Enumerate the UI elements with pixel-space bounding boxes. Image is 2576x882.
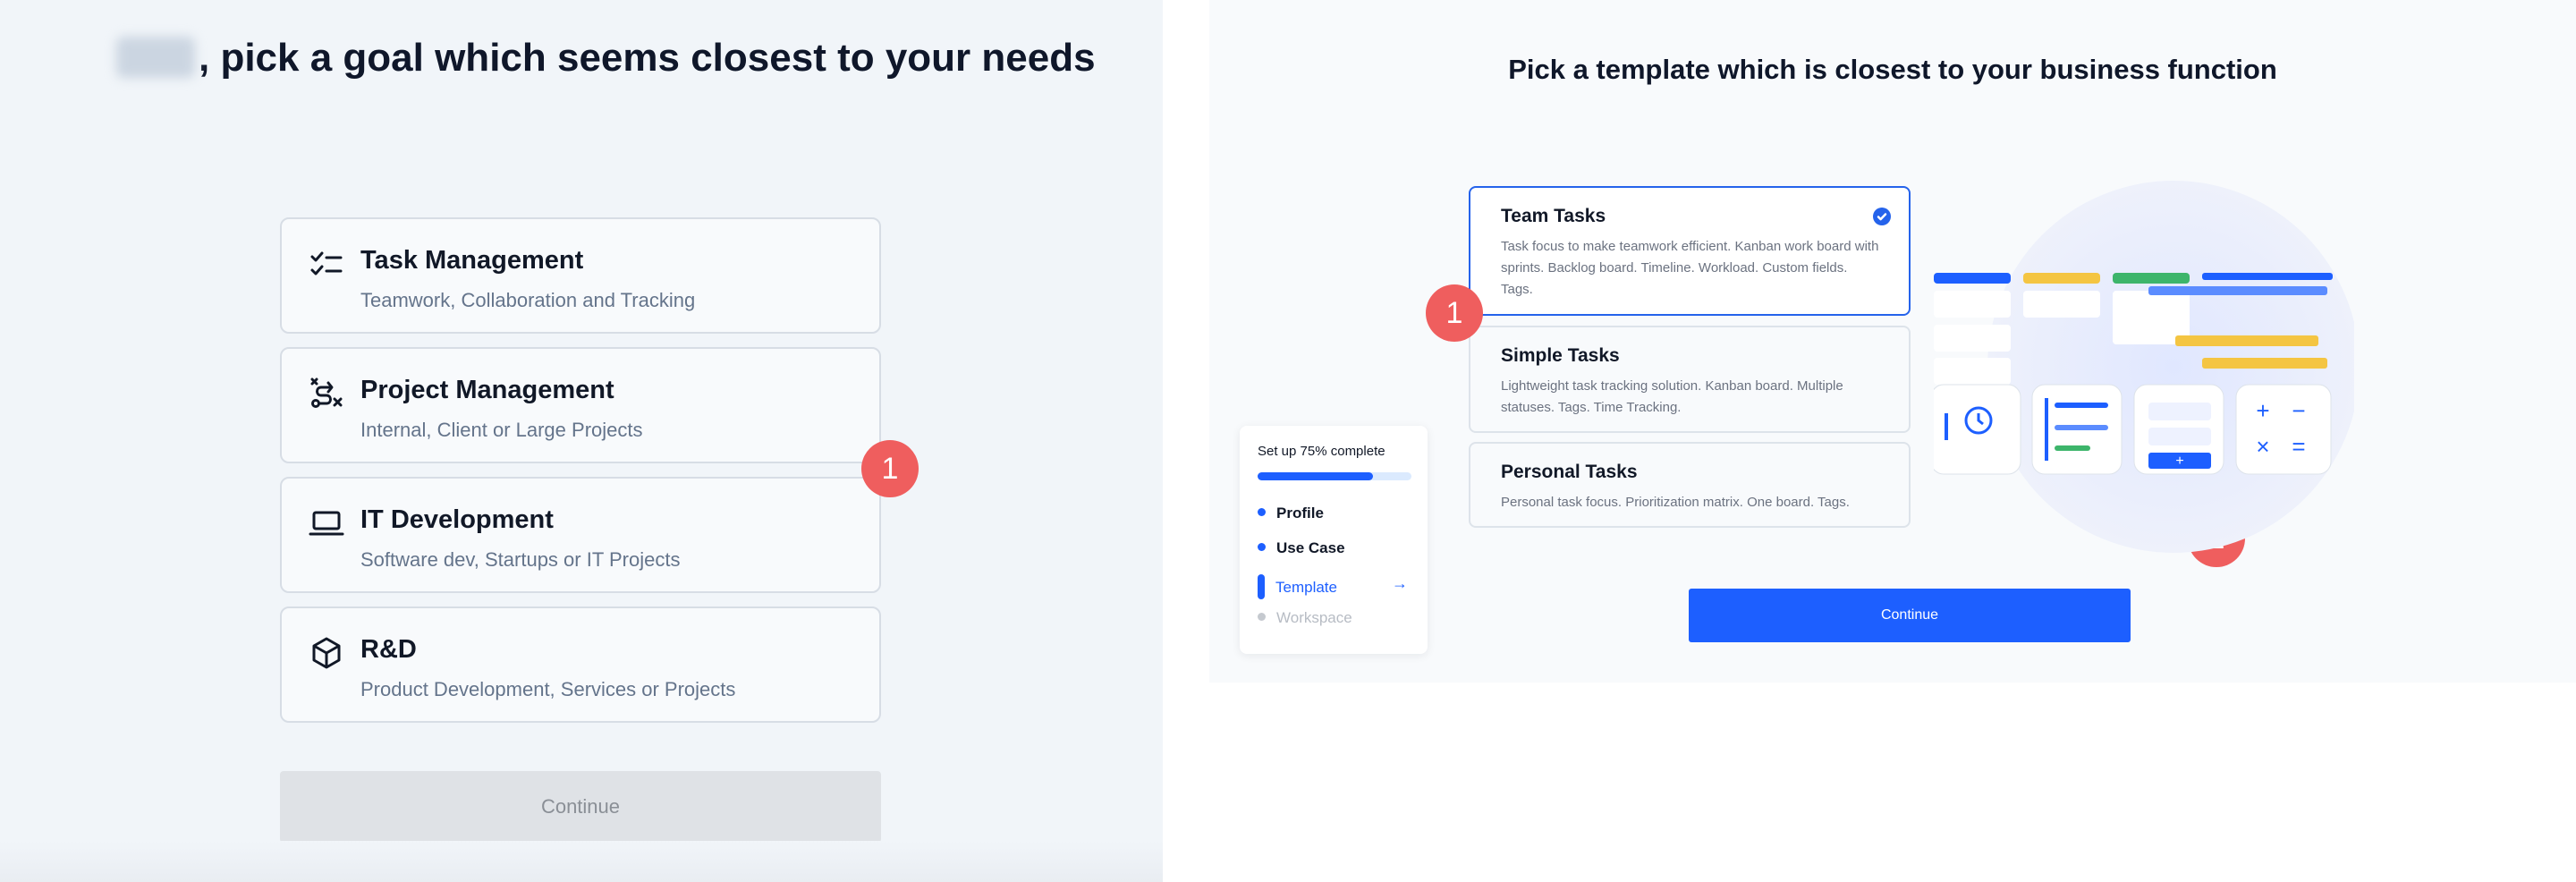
page-title: , pick a goal which seems closest to you… xyxy=(116,36,1096,81)
svg-text:+: + xyxy=(2256,397,2269,424)
setup-heading: Set up 75% complete xyxy=(1258,444,1385,459)
blurred-user-name xyxy=(116,37,195,78)
continue-button[interactable]: Continue xyxy=(1689,589,2131,642)
goal-task-management[interactable]: Task Management Teamwork, Collaboration … xyxy=(280,217,881,334)
goal-title: Project Management xyxy=(360,376,614,404)
goal-project-management[interactable]: Project Management Internal, Client or L… xyxy=(280,347,881,463)
goal-subtitle: Internal, Client or Large Projects xyxy=(360,419,643,441)
template-title: Simple Tasks xyxy=(1501,345,1620,366)
arrow-right-icon: → xyxy=(1392,574,1408,592)
setup-step-template[interactable]: Template → xyxy=(1258,574,1408,599)
svg-text:×: × xyxy=(2256,433,2269,460)
setup-progress-fill xyxy=(1258,472,1373,480)
setup-progress-bar xyxy=(1258,472,1411,480)
page-title: Pick a template which is closest to your… xyxy=(1508,54,2277,85)
route-icon xyxy=(309,376,344,411)
template-description: Personal task focus. Prioritization matr… xyxy=(1501,495,1850,510)
goal-it-development[interactable]: IT Development Software dev, Startups or… xyxy=(280,477,881,593)
setup-step-profile[interactable]: Profile xyxy=(1258,505,1324,522)
template-title: Team Tasks xyxy=(1501,206,1606,226)
goal-title: R&D xyxy=(360,635,417,664)
svg-text:=: = xyxy=(2292,433,2305,460)
goal-panel: , pick a goal which seems closest to you… xyxy=(0,0,1163,882)
goal-subtitle: Product Development, Services or Project… xyxy=(360,678,736,700)
setup-step-workspace: Workspace xyxy=(1258,609,1352,627)
step-done-dot xyxy=(1258,543,1266,551)
template-team-tasks[interactable]: Team Tasks Task focus to make teamwork e… xyxy=(1469,186,1911,316)
selected-check-icon xyxy=(1873,208,1891,225)
setup-progress-card: Set up 75% complete Profile Use Case Tem… xyxy=(1240,426,1428,654)
template-personal-tasks[interactable]: Personal Tasks Personal task focus. Prio… xyxy=(1469,442,1911,528)
goal-title: IT Development xyxy=(360,505,554,534)
svg-text:+: + xyxy=(2175,454,2183,469)
step-badge-1: 1 xyxy=(1426,284,1483,342)
goal-title: Task Management xyxy=(360,246,584,275)
laptop-icon xyxy=(309,505,344,541)
goal-subtitle: Teamwork, Collaboration and Tracking xyxy=(360,289,696,311)
setup-step-use-case[interactable]: Use Case xyxy=(1258,539,1345,557)
goal-subtitle: Software dev, Startups or IT Projects xyxy=(360,548,681,571)
step-pending-dot xyxy=(1258,613,1266,621)
checklist-icon xyxy=(309,246,344,282)
template-description: Lightweight task tracking solution. Kanb… xyxy=(1501,378,1843,415)
template-illustration: + + − × = xyxy=(1930,179,2360,564)
goal-r-and-d[interactable]: R&D Product Development, Services or Pro… xyxy=(280,606,881,723)
continue-button-disabled[interactable]: Continue xyxy=(280,771,881,843)
template-title: Personal Tasks xyxy=(1501,462,1638,482)
step-active-indicator xyxy=(1258,574,1265,599)
cube-icon xyxy=(309,635,344,671)
step-done-dot xyxy=(1258,508,1266,516)
template-simple-tasks[interactable]: Simple Tasks Lightweight task tracking s… xyxy=(1469,326,1911,433)
step-badge-1: 1 xyxy=(861,440,919,497)
template-panel: Pick a template which is closest to your… xyxy=(1209,0,2576,683)
svg-text:−: − xyxy=(2292,397,2305,424)
panel-footer-shade xyxy=(0,841,1163,882)
template-description: Task focus to make teamwork efficient. K… xyxy=(1501,239,1879,297)
